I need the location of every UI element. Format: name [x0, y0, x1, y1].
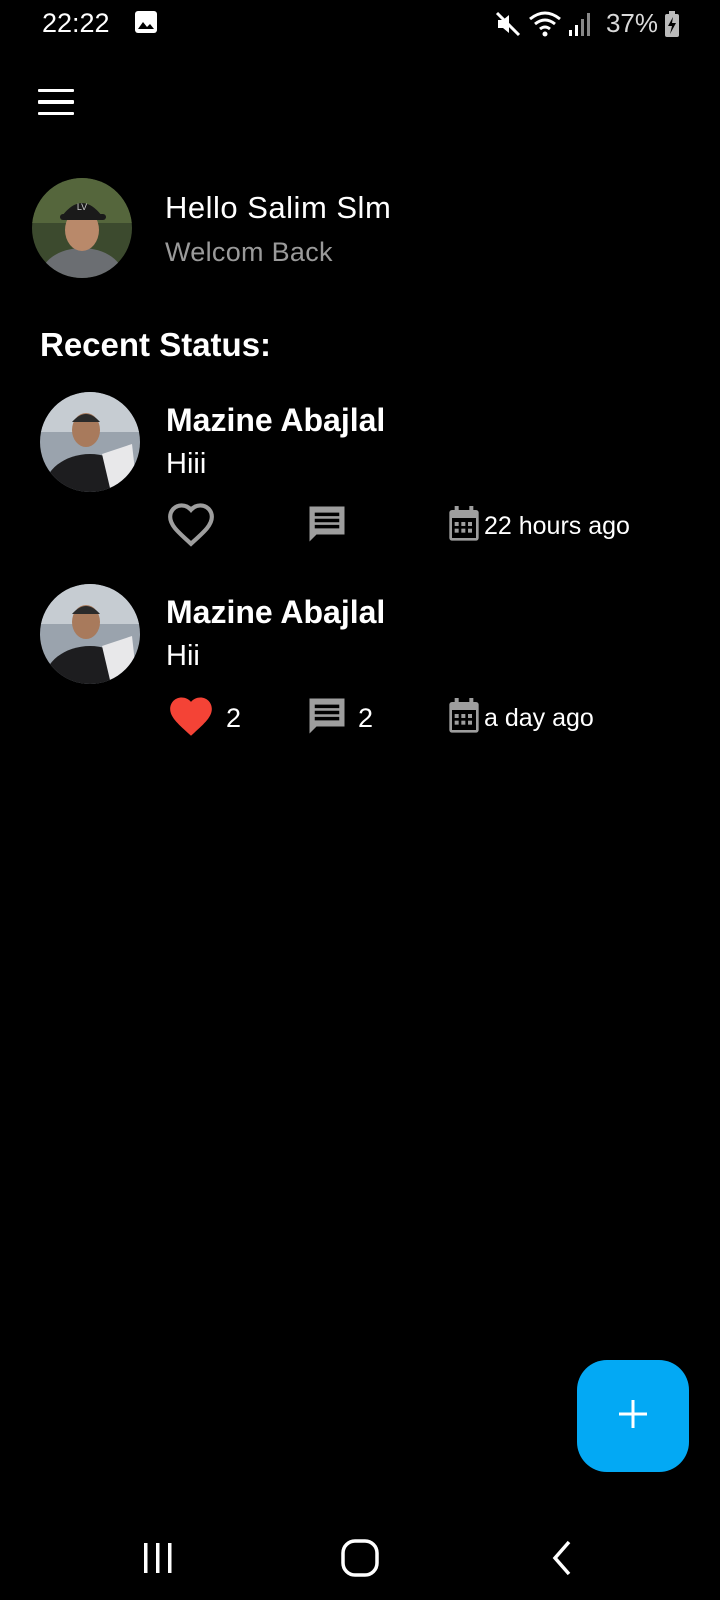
hamburger-menu-icon[interactable]	[30, 80, 82, 124]
heart-outline-icon	[166, 501, 216, 552]
status-post[interactable]: Mazine Abajlal Hii 2 2 a day ago	[0, 584, 720, 754]
status-time: 22:22	[42, 8, 110, 38]
greeting-subtitle: Welcom Back	[165, 237, 333, 267]
system-nav-bar	[0, 1510, 720, 1600]
like-count: 2	[226, 702, 242, 733]
menu-line	[38, 111, 74, 116]
comment-button[interactable]	[306, 500, 358, 552]
comment-icon	[306, 695, 348, 742]
post-time: 22 hours ago	[484, 511, 630, 540]
heart-filled-icon	[166, 693, 216, 744]
user-avatar[interactable]: LV	[32, 178, 132, 278]
status-icons: 37%	[494, 8, 680, 39]
like-button[interactable]	[166, 500, 226, 552]
post-actions: 22 hours ago	[166, 500, 686, 552]
gallery-icon	[134, 10, 158, 34]
menu-line	[38, 88, 74, 93]
section-title: Recent Status:	[40, 326, 272, 363]
add-status-button[interactable]	[577, 1360, 689, 1472]
post-date: a day ago	[448, 692, 594, 744]
mute-icon	[494, 10, 522, 38]
status-text: Hiii	[166, 448, 207, 480]
recent-apps-icon[interactable]	[128, 1528, 188, 1588]
signal-icon	[568, 10, 592, 38]
svg-text:LV: LV	[77, 202, 87, 212]
post-date: 22 hours ago	[448, 500, 630, 552]
post-actions: 2 2 a day ago	[166, 692, 686, 744]
back-icon[interactable]	[532, 1528, 592, 1588]
calendar-icon	[448, 697, 480, 739]
comment-count: 2	[358, 702, 374, 733]
calendar-icon	[448, 505, 480, 547]
status-text: Hii	[166, 640, 200, 672]
like-button[interactable]: 2	[166, 692, 241, 744]
wifi-icon	[528, 10, 562, 38]
author-name: Mazine Abajlal	[166, 594, 386, 630]
menu-line	[38, 100, 74, 104]
comment-button[interactable]: 2	[306, 692, 373, 744]
post-time: a day ago	[484, 703, 594, 732]
author-name: Mazine Abajlal	[166, 402, 386, 438]
comment-icon	[306, 503, 348, 550]
status-bar: 22:22 37%	[0, 0, 720, 46]
author-avatar[interactable]	[40, 584, 140, 684]
author-avatar[interactable]	[40, 392, 140, 492]
battery-charging-icon	[664, 10, 680, 38]
battery-percent: 37%	[605, 8, 658, 38]
greeting-title: Hello Salim Slm	[165, 190, 392, 225]
plus-icon	[617, 1398, 649, 1435]
status-post[interactable]: Mazine Abajlal Hiii 22 hours ago	[0, 392, 720, 562]
home-icon[interactable]	[330, 1528, 390, 1588]
